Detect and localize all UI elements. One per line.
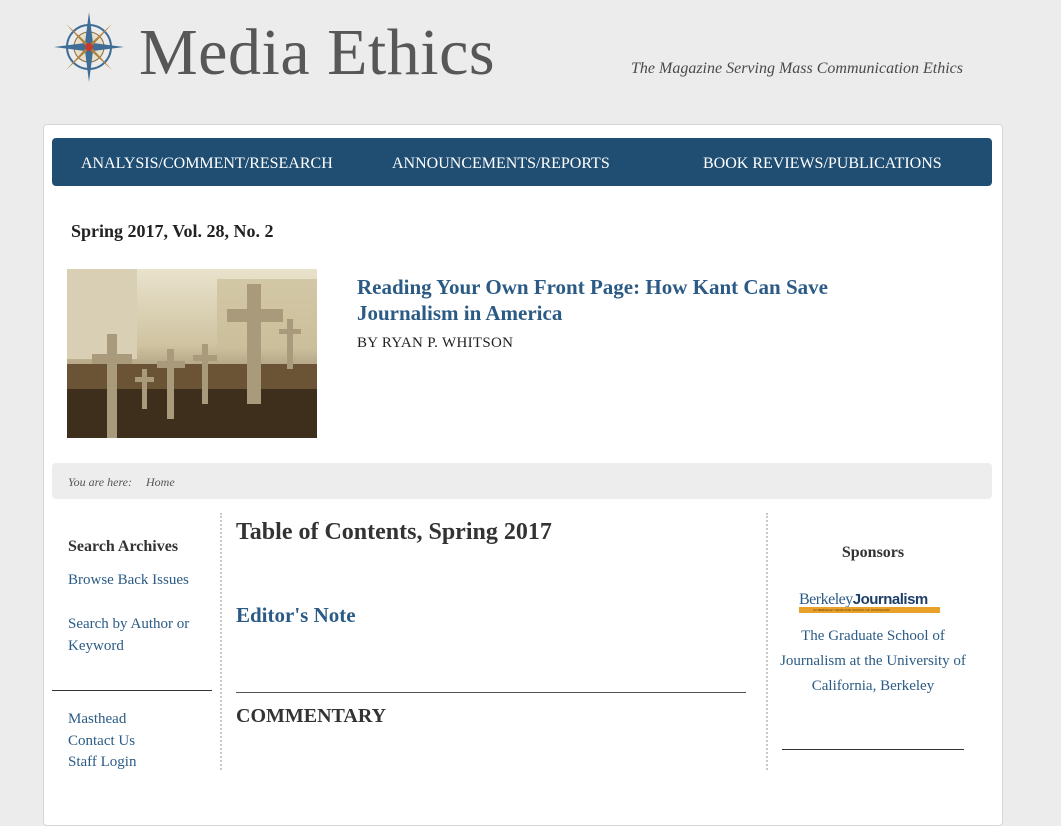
main-nav: ANALYSIS/COMMENT/RESEARCH ANNOUNCEMENTS/…: [52, 138, 992, 186]
logo-text-berkeley: Berkeley: [799, 591, 853, 608]
compass-rose-icon[interactable]: [52, 10, 126, 84]
berkeley-journalism-logo[interactable]: BerkeleyJournalism UC BERKELEY GRADUATE …: [799, 591, 940, 613]
site-header: Media Ethics The Magazine Serving Mass C…: [0, 0, 1061, 125]
masthead-link[interactable]: Masthead: [68, 708, 193, 730]
search-author-keyword-link[interactable]: Search by Author or Keyword: [68, 613, 193, 657]
logo-text-journalism: Journalism: [852, 591, 929, 608]
sidebar-divider: [52, 690, 212, 691]
logo-subtext: UC BERKELEY GRADUATE SCHOOL OF JOURNALIS…: [813, 608, 890, 612]
site-title[interactable]: Media Ethics: [139, 8, 495, 98]
section-divider: [236, 692, 746, 693]
nav-item-book-reviews[interactable]: BOOK REVIEWS/PUBLICATIONS: [703, 155, 942, 173]
page-title: Table of Contents, Spring 2017: [236, 519, 552, 545]
commentary-heading: COMMENTARY: [236, 705, 387, 727]
sponsor-description[interactable]: The Graduate School of Journalism at the…: [778, 624, 968, 699]
column-divider: [766, 513, 768, 770]
column-divider: [220, 513, 222, 770]
browse-back-issues-link[interactable]: Browse Back Issues: [68, 569, 193, 591]
feature-article-author: BY RYAN P. WHITSON: [357, 335, 514, 351]
editors-note-link[interactable]: Editor's Note: [236, 603, 356, 628]
breadcrumb-label: You are here:: [68, 475, 132, 489]
sponsors-heading: Sponsors: [841, 544, 905, 561]
cemetery-crosses-photo: [67, 269, 317, 438]
search-archives-heading: Search Archives: [68, 538, 179, 555]
feature-article-title[interactable]: Reading Your Own Front Page: How Kant Ca…: [357, 274, 837, 326]
sponsors-divider: [782, 749, 964, 750]
feature-image[interactable]: [67, 269, 317, 438]
issue-label: Spring 2017, Vol. 28, No. 2: [71, 221, 274, 241]
breadcrumb: You are here: Home: [52, 463, 992, 499]
nav-item-announcements[interactable]: ANNOUNCEMENTS/REPORTS: [392, 155, 610, 173]
breadcrumb-home[interactable]: Home: [146, 475, 175, 490]
contact-us-link[interactable]: Contact Us: [68, 730, 193, 752]
site-tagline: The Magazine Serving Mass Communication …: [631, 60, 963, 77]
nav-item-analysis[interactable]: ANALYSIS/COMMENT/RESEARCH: [81, 155, 333, 173]
